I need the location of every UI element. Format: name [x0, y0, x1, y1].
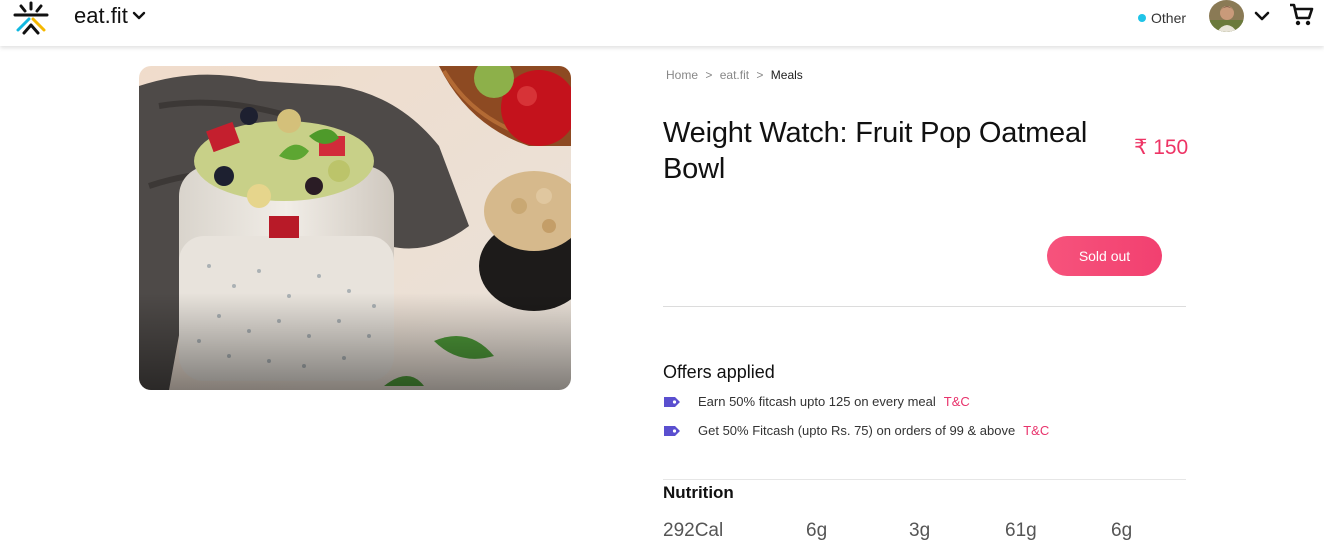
- divider: [663, 306, 1186, 307]
- nutrition-value: 61g: [1005, 520, 1037, 541]
- divider: [663, 479, 1186, 480]
- nutrition-value: 6g: [1111, 520, 1133, 541]
- brand-selector[interactable]: eat.fit: [74, 3, 146, 29]
- top-navigation-bar: eat.fit Other: [0, 0, 1324, 46]
- sold-out-button[interactable]: Sold out: [1047, 236, 1162, 276]
- product-price: ₹ 150: [1134, 136, 1189, 159]
- chevron-down-icon: [132, 11, 146, 20]
- brand-name: eat.fit: [74, 3, 128, 28]
- offer-text: Earn 50% fitcash upto 125 on every meal: [698, 394, 936, 409]
- nutrition-value: 3g: [909, 520, 931, 541]
- offer-item: Earn 50% fitcash upto 125 on every meal …: [663, 394, 970, 409]
- product-title: Weight Watch: Fruit Pop Oatmeal Bowl: [663, 117, 1088, 185]
- location-status-dot: [1138, 14, 1146, 22]
- breadcrumb-separator: >: [705, 68, 713, 82]
- offers-heading: Offers applied: [663, 362, 775, 382]
- terms-link[interactable]: T&C: [1023, 423, 1049, 438]
- chevron-down-icon[interactable]: [1254, 8, 1270, 24]
- cultfit-logo-icon[interactable]: [12, 0, 50, 36]
- product-image: [139, 66, 571, 390]
- breadcrumb-home-link[interactable]: Home: [666, 68, 698, 82]
- breadcrumb: Home > eat.fit > Meals: [666, 68, 803, 82]
- nutrition-heading: Nutrition: [663, 483, 734, 502]
- location-label: Other: [1151, 10, 1187, 26]
- location-selector[interactable]: Other: [1138, 10, 1186, 26]
- nutrition-calories: 292Cal: [663, 520, 724, 541]
- offer-text: Get 50% Fitcash (upto Rs. 75) on orders …: [698, 423, 1016, 438]
- breadcrumb-current: Meals: [770, 68, 803, 82]
- cart-icon[interactable]: [1288, 2, 1314, 28]
- terms-link[interactable]: T&C: [944, 394, 970, 409]
- breadcrumb-separator: >: [756, 68, 764, 82]
- breadcrumb-brand-link[interactable]: eat.fit: [720, 68, 749, 82]
- avatar[interactable]: [1209, 0, 1244, 32]
- tag-icon: [664, 396, 680, 407]
- nutrition-value: 6g: [806, 520, 828, 541]
- offer-item: Get 50% Fitcash (upto Rs. 75) on orders …: [663, 423, 1049, 438]
- avatar-image: [1209, 0, 1244, 32]
- tag-icon: [664, 425, 680, 436]
